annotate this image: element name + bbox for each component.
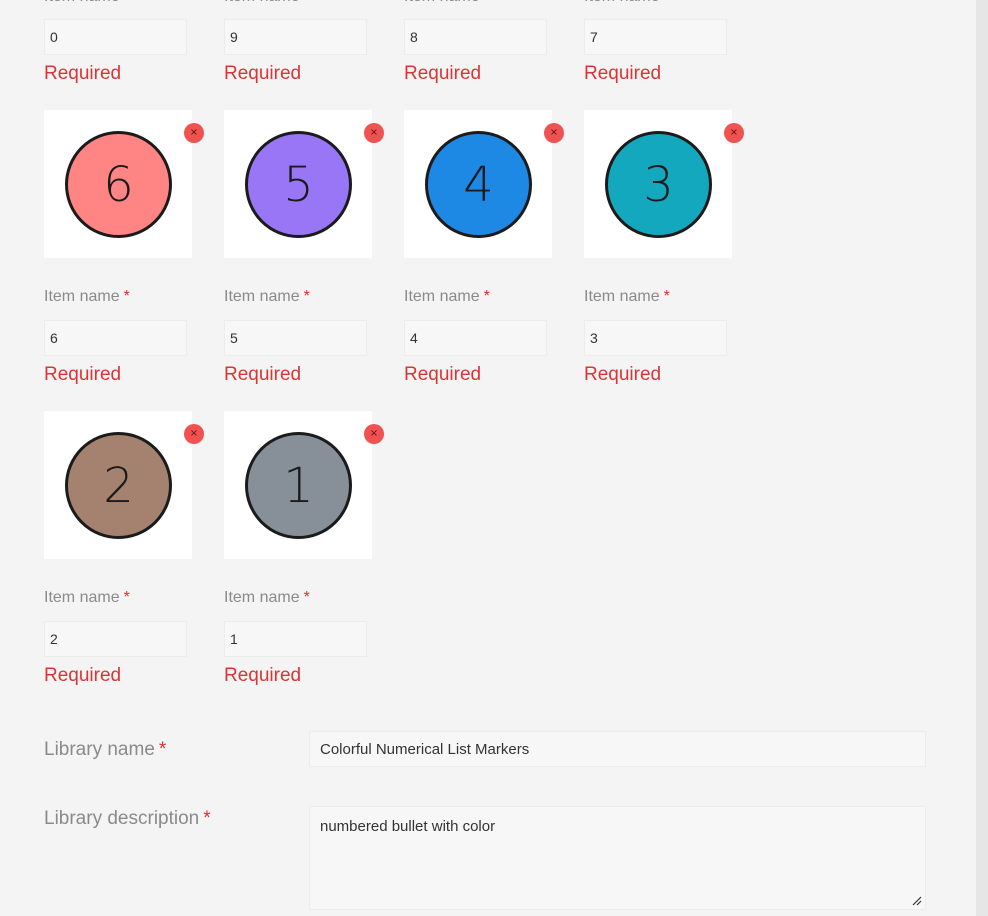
library-name-input[interactable]	[309, 731, 926, 767]
marker-thumbnail: 4	[404, 110, 552, 258]
required-error: Required	[44, 63, 122, 84]
item-name-label: Item name*	[44, 589, 130, 606]
close-icon: ×	[729, 127, 739, 138]
remove-item-button[interactable]: ×	[184, 424, 204, 444]
item-name-input[interactable]	[224, 621, 367, 657]
remove-item-button[interactable]: ×	[724, 123, 744, 143]
numbered-marker: 5	[245, 131, 352, 238]
numbered-marker: 1	[245, 432, 352, 539]
library-name-label: Library name *	[44, 739, 167, 760]
item-name-input[interactable]	[584, 320, 727, 356]
close-icon: ×	[369, 127, 379, 138]
resize-handle-icon[interactable]	[912, 896, 922, 906]
remove-item-button[interactable]: ×	[364, 123, 384, 143]
library-description-label: Library description *	[44, 808, 211, 829]
marker-thumbnail: 1	[224, 411, 372, 559]
item-name-label: Item name*	[224, 589, 310, 606]
item-name-input[interactable]	[584, 19, 727, 55]
item-name-input[interactable]	[224, 320, 367, 356]
required-error: Required	[224, 63, 302, 84]
required-error: Required	[404, 63, 482, 84]
required-error: Required	[584, 63, 662, 84]
library-description-textarea[interactable]: numbered bullet with color	[309, 806, 926, 910]
marker-thumbnail: 6	[44, 110, 192, 258]
item-name-label: Item name*	[584, 288, 670, 305]
item-name-label: Item name*	[404, 288, 490, 305]
numbered-marker: 4	[425, 131, 532, 238]
item-name-label: Item name*	[584, 0, 670, 6]
numbered-marker: 2	[65, 432, 172, 539]
item-name-label: Item name*	[44, 288, 130, 305]
marker-thumbnail: 5	[224, 110, 372, 258]
page: Item name* Required Item name* Required …	[0, 0, 988, 916]
remove-item-button[interactable]: ×	[364, 424, 384, 444]
required-error: Required	[224, 364, 302, 385]
close-icon: ×	[549, 127, 559, 138]
item-name-label: Item name*	[44, 0, 130, 6]
item-name-input[interactable]	[44, 19, 187, 55]
item-name-label: Item name*	[224, 288, 310, 305]
required-error: Required	[224, 665, 302, 686]
required-error: Required	[44, 665, 122, 686]
close-icon: ×	[189, 127, 199, 138]
close-icon: ×	[189, 428, 199, 439]
remove-item-button[interactable]: ×	[184, 123, 204, 143]
marker-thumbnail: 2	[44, 411, 192, 559]
required-error: Required	[404, 364, 482, 385]
numbered-marker: 3	[605, 131, 712, 238]
item-name-label: Item name*	[224, 0, 310, 6]
marker-thumbnail: 3	[584, 110, 732, 258]
required-error: Required	[44, 364, 122, 385]
close-icon: ×	[369, 428, 379, 439]
item-name-input[interactable]	[44, 621, 187, 657]
item-name-input[interactable]	[404, 320, 547, 356]
item-name-input[interactable]	[404, 19, 547, 55]
numbered-marker: 6	[65, 131, 172, 238]
item-name-input[interactable]	[224, 19, 367, 55]
item-name-label: Item name*	[404, 0, 490, 6]
required-error: Required	[584, 364, 662, 385]
remove-item-button[interactable]: ×	[544, 123, 564, 143]
scrollbar-track[interactable]	[976, 0, 988, 916]
item-name-input[interactable]	[44, 320, 187, 356]
